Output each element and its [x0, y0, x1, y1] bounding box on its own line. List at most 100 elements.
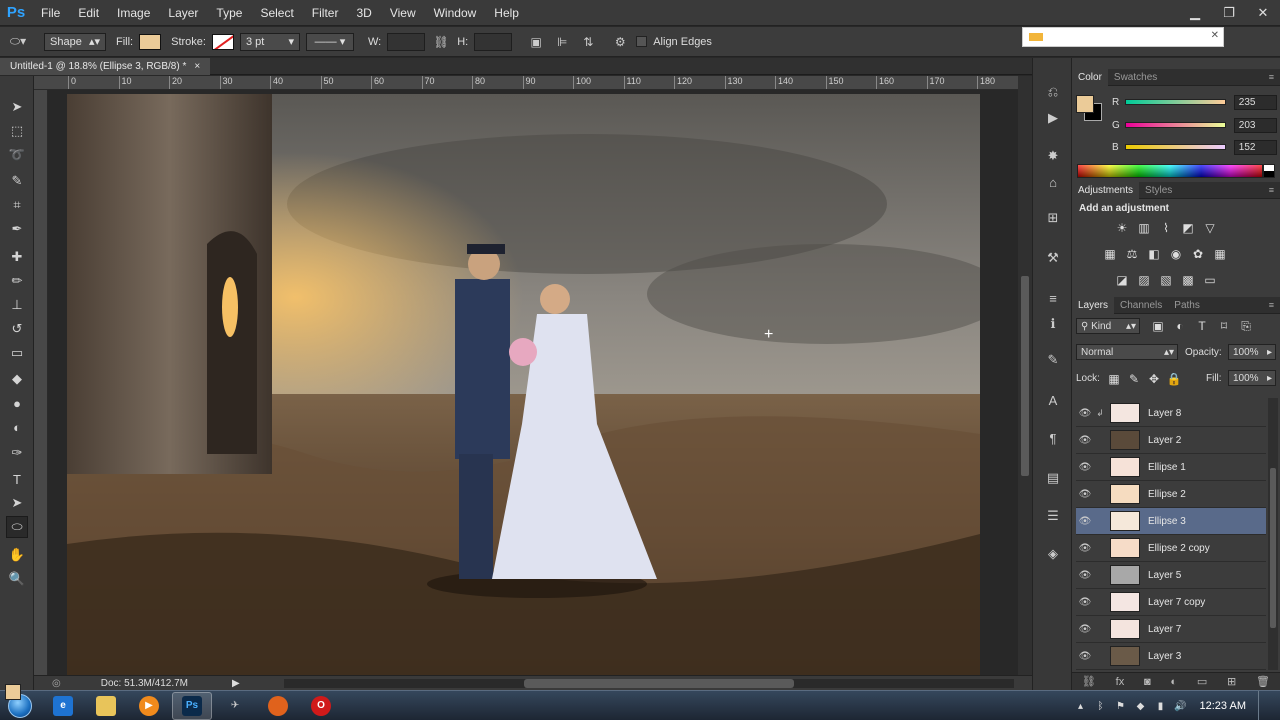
vertical-scroll-thumb[interactable] — [1021, 276, 1029, 476]
color-spectrum-bar[interactable] — [1077, 164, 1263, 178]
paint-bucket-tool-icon[interactable]: ◆ — [6, 368, 28, 390]
stamp-tool-icon[interactable]: ⊥ — [6, 294, 28, 316]
pen-tool-icon[interactable]: ✑ — [6, 442, 28, 464]
link-layers-icon[interactable]: ⛓ — [1082, 675, 1096, 688]
history-brush-tool-icon[interactable]: ↺ — [6, 318, 28, 340]
healing-tool-icon[interactable]: ✚ — [6, 246, 28, 268]
horizontal-scrollbar[interactable] — [284, 679, 1014, 688]
posterize-icon[interactable]: ▨ — [1136, 272, 1152, 288]
blend-mode-select[interactable]: Normal ▴▾ — [1076, 344, 1178, 360]
path-select-tool-icon[interactable]: ➤ — [6, 492, 28, 514]
foreground-color-swatch[interactable] — [5, 684, 21, 700]
filter-pixel-icon[interactable]: ▣ — [1150, 318, 1166, 334]
filter-type-icon[interactable]: T — [1194, 318, 1210, 334]
layer-row[interactable]: 👁 Layer 2 — [1076, 427, 1266, 454]
layers-scrollbar[interactable] — [1268, 398, 1278, 670]
layer-name[interactable]: Ellipse 1 — [1148, 462, 1186, 473]
lock-all-icon[interactable]: 🔒 — [1166, 371, 1182, 387]
blue-slider[interactable] — [1125, 144, 1226, 150]
filter-adjustment-icon[interactable]: ◐ — [1172, 318, 1188, 334]
status-menu-arrow-icon[interactable]: ▶ — [232, 678, 240, 689]
curves-icon[interactable]: ⌇ — [1158, 220, 1174, 236]
levels-icon[interactable]: ▥ — [1136, 220, 1152, 236]
notification-popup[interactable]: ✕ — [1022, 27, 1224, 47]
layer-name[interactable]: Layer 7 — [1148, 624, 1181, 635]
layer-thumbnail[interactable] — [1110, 619, 1140, 639]
tab-layers[interactable]: Layers — [1072, 296, 1115, 314]
vibrance-icon[interactable]: ▽ — [1202, 220, 1218, 236]
layer-thumbnail[interactable] — [1110, 484, 1140, 504]
blur-tool-icon[interactable]: ● — [6, 392, 28, 414]
visibility-eye-icon[interactable]: 👁 — [1076, 516, 1094, 527]
layer-row[interactable]: 👁 Layer 7 — [1076, 616, 1266, 643]
hue-saturation-icon[interactable]: ▦ — [1102, 246, 1118, 262]
volume-icon[interactable]: 🔊 — [1174, 699, 1188, 713]
lasso-tool-icon[interactable]: ➰ — [6, 144, 28, 166]
threshold-icon[interactable]: ▧ — [1158, 272, 1174, 288]
layer-comps-icon[interactable]: ☰ — [1043, 506, 1063, 526]
brush-presets-icon[interactable]: ⌂ — [1043, 172, 1063, 192]
actions-icon[interactable]: ▶ — [1043, 108, 1063, 128]
menu-filter[interactable]: Filter — [303, 6, 348, 20]
flag-icon[interactable]: ⚑ — [1114, 699, 1128, 713]
horizontal-scroll-thumb[interactable] — [524, 679, 794, 688]
adjustments-panel-menu-icon[interactable]: ≡ — [1269, 185, 1274, 195]
visibility-eye-icon[interactable]: 👁 — [1076, 408, 1094, 419]
menu-select[interactable]: Select — [251, 6, 302, 20]
properties-icon[interactable]: ≡ — [1043, 288, 1063, 308]
document-canvas[interactable]: + — [67, 94, 980, 675]
red-value-field[interactable]: 235 — [1233, 94, 1278, 110]
layer-name[interactable]: Layer 7 copy — [1148, 597, 1205, 608]
clone-source-icon[interactable]: ⊞ — [1043, 208, 1063, 228]
taskbar-explorer[interactable] — [86, 692, 126, 720]
history-icon[interactable]: ⎌ — [1043, 82, 1063, 102]
layer-name[interactable]: Layer 3 — [1148, 651, 1181, 662]
path-operations-icon[interactable]: ▣ — [526, 32, 546, 52]
layers-scroll-thumb[interactable] — [1270, 468, 1276, 628]
taskbar-photoshop[interactable]: Ps — [172, 691, 212, 720]
photo-filter-icon[interactable]: ◉ — [1168, 246, 1184, 262]
layer-row[interactable]: 👁 Layer 7 copy — [1076, 589, 1266, 616]
visibility-eye-icon[interactable]: 👁 — [1076, 489, 1094, 500]
info-icon[interactable]: ℹ — [1043, 314, 1063, 334]
green-slider[interactable] — [1125, 122, 1226, 128]
link-icon[interactable]: ⛓ — [431, 32, 451, 52]
layer-row[interactable]: 👁 Ellipse 2 copy — [1076, 535, 1266, 562]
minimize-button[interactable]: ▁ — [1178, 0, 1212, 26]
brightness-contrast-icon[interactable]: ☀ — [1114, 220, 1130, 236]
layer-name[interactable]: Ellipse 2 — [1148, 489, 1186, 500]
taskbar-opera[interactable]: O — [301, 692, 341, 720]
layer-thumbnail[interactable] — [1110, 565, 1140, 585]
restore-button[interactable]: ❐ — [1212, 0, 1246, 26]
taskbar-media-player[interactable]: ▶ — [129, 692, 169, 720]
delete-layer-icon[interactable]: 🗑 — [1256, 675, 1270, 688]
hand-tool-icon[interactable]: ✋ — [6, 544, 28, 566]
black-white-icon[interactable]: ◧ — [1146, 246, 1162, 262]
brush-settings-icon[interactable]: ✸ — [1043, 146, 1063, 166]
stroke-width-field[interactable]: 3 pt ▾ — [239, 32, 300, 51]
new-layer-icon[interactable]: ⊞ — [1227, 675, 1236, 688]
move-tool-icon[interactable]: ➤ — [6, 96, 28, 118]
red-slider[interactable] — [1125, 99, 1226, 105]
ellipse-tool-preset-icon[interactable]: ⬭▾ — [8, 32, 28, 52]
show-desktop-button[interactable] — [1258, 691, 1270, 720]
tab-paths[interactable]: Paths — [1168, 297, 1206, 314]
layer-row[interactable]: 👁 ↲ Layer 8 — [1076, 400, 1266, 427]
menu-help[interactable]: Help — [485, 6, 528, 20]
eyedropper-tool-icon[interactable]: ✒ — [6, 218, 28, 240]
dodge-tool-icon[interactable]: ◐ — [6, 416, 28, 438]
green-value-field[interactable]: 203 — [1233, 117, 1278, 133]
eraser-tool-icon[interactable]: ▭ — [6, 342, 28, 364]
align-edges-checkbox[interactable] — [636, 36, 648, 47]
new-group-icon[interactable]: ▭ — [1197, 675, 1207, 688]
zoom-tool-icon[interactable]: 🔍 — [6, 568, 28, 590]
visibility-eye-icon[interactable]: 👁 — [1076, 597, 1094, 608]
layer-name[interactable]: Layer 5 — [1148, 570, 1181, 581]
layer-filter-select[interactable]: ⚲ Kind ▴▾ — [1076, 318, 1140, 334]
lock-position-icon[interactable]: ✥ — [1146, 371, 1162, 387]
taskbar-ie[interactable]: e — [43, 692, 83, 720]
menu-3d[interactable]: 3D — [347, 6, 380, 20]
ellipse-tool-icon[interactable]: ⬭ — [6, 516, 28, 538]
paragraph-icon[interactable]: ¶ — [1043, 428, 1063, 448]
path-alignment-icon[interactable]: ⊫ — [552, 32, 572, 52]
